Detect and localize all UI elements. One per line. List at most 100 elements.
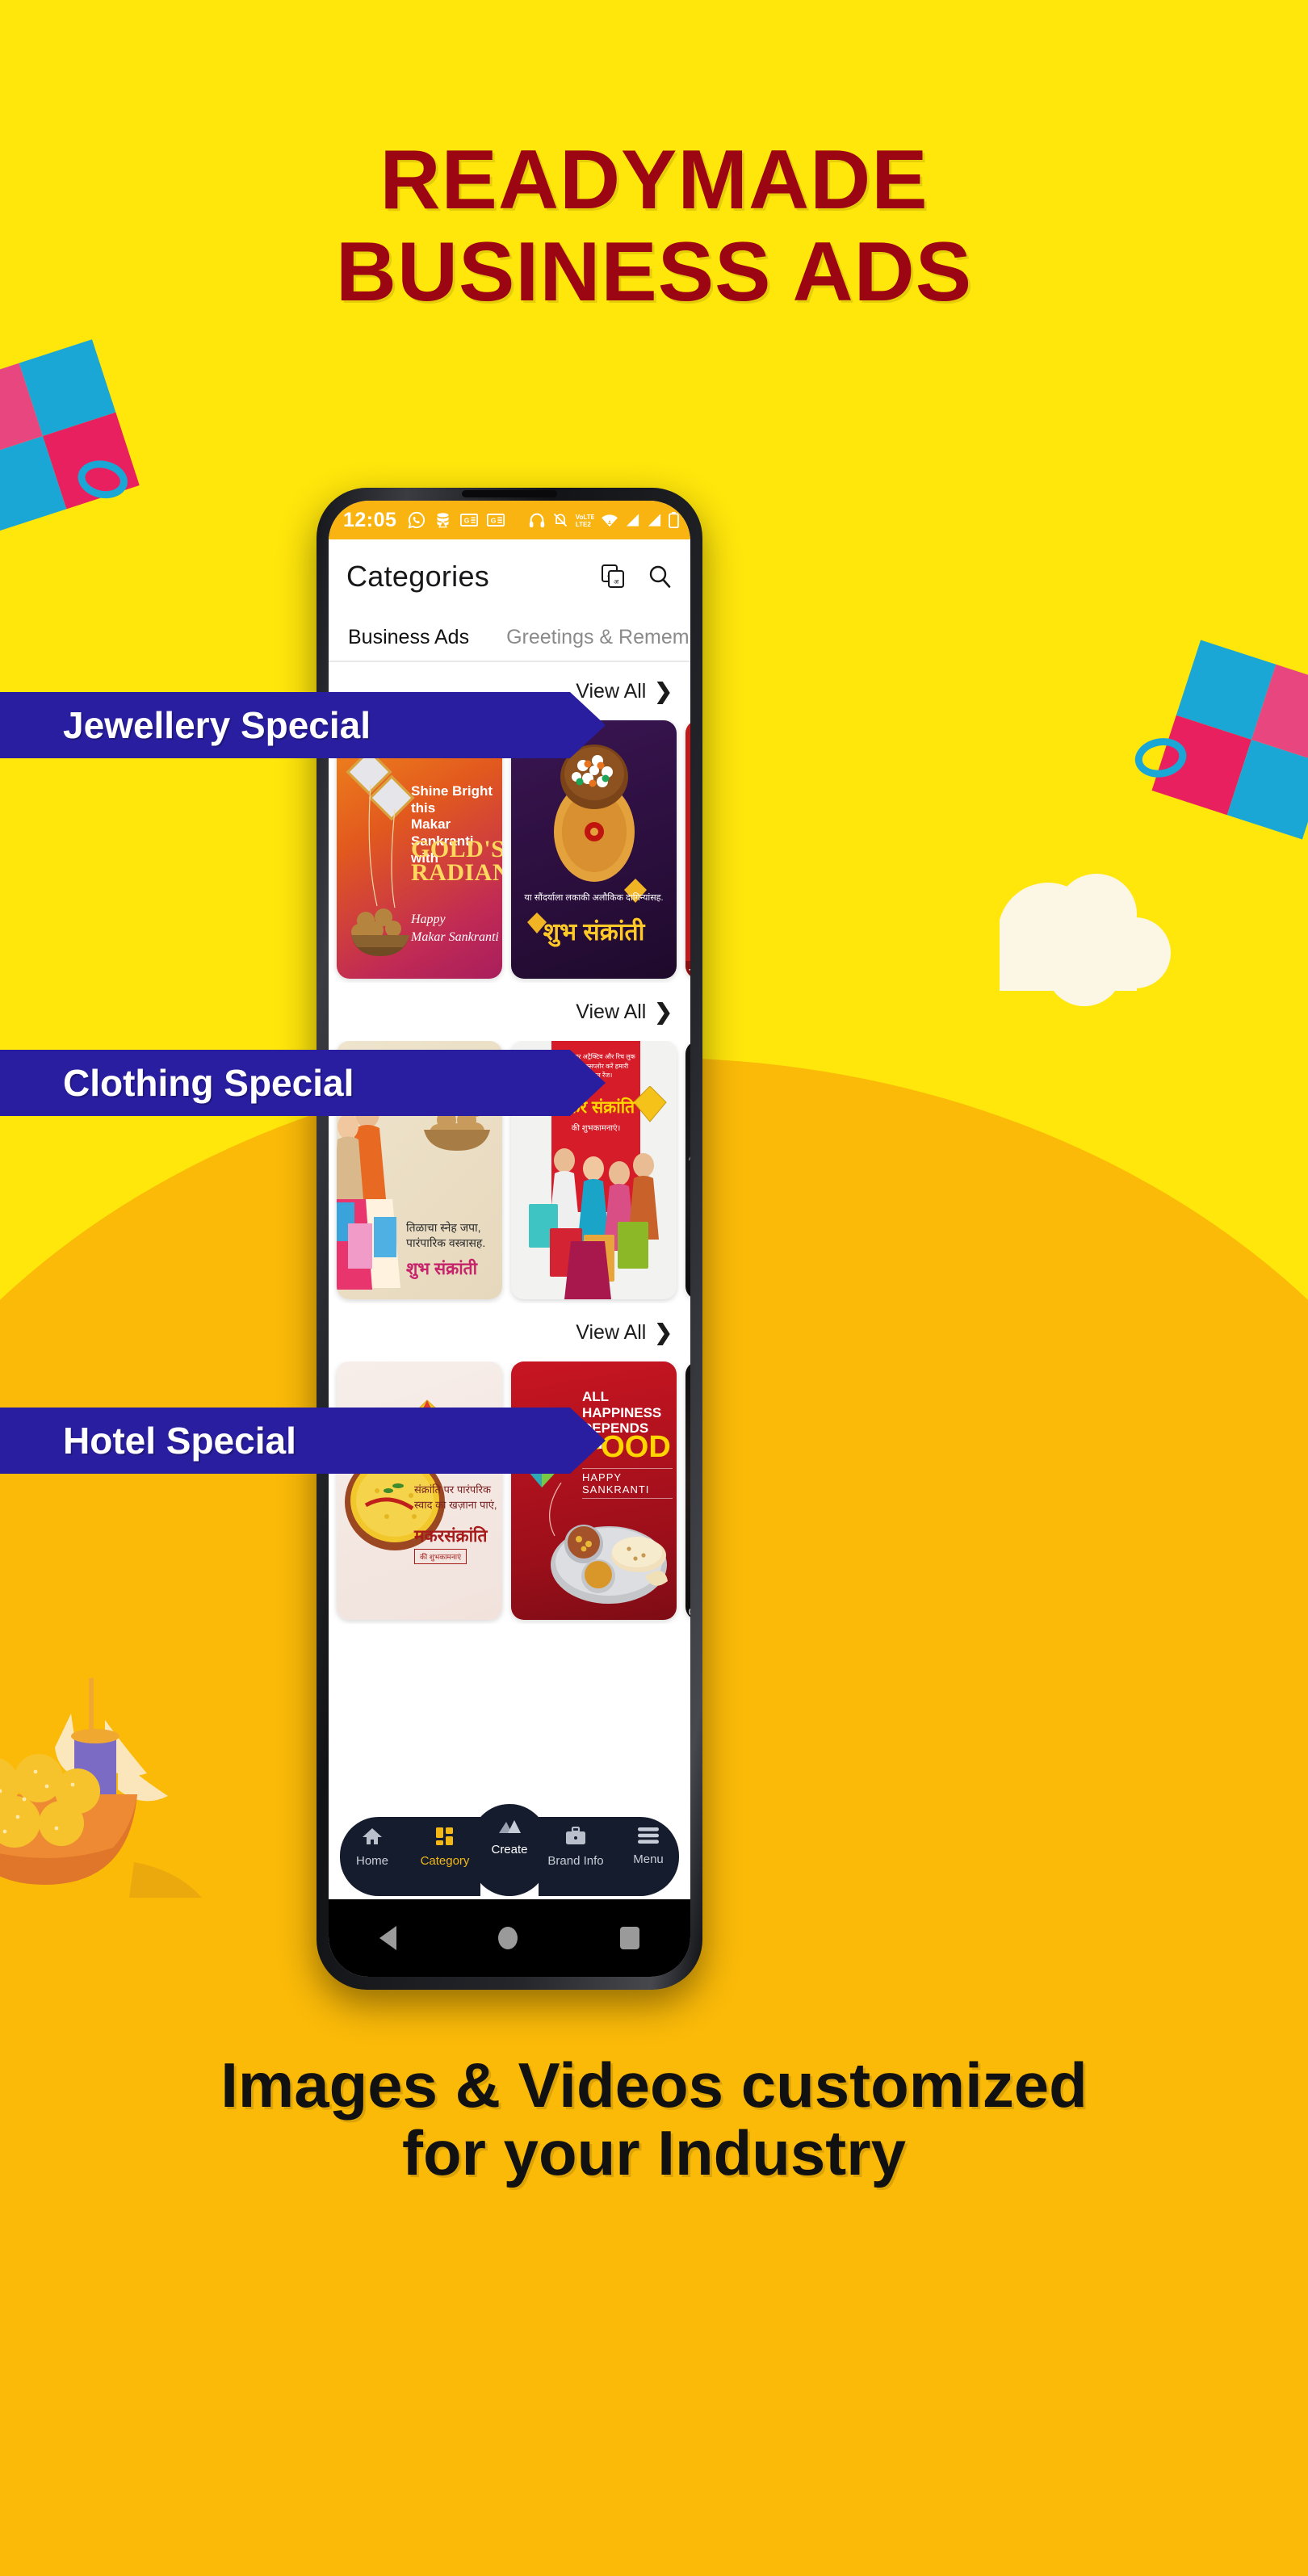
view-all-button[interactable]: View All ❯ <box>576 1321 673 1345</box>
view-all-button[interactable]: View All ❯ <box>576 1001 673 1024</box>
bottom-navigation: Home Category Create Brand Info Menu <box>329 1802 690 1899</box>
home-icon <box>363 1828 382 1844</box>
signal-icon <box>626 514 639 527</box>
image-icon <box>499 1820 521 1833</box>
whatsapp-icon <box>408 511 426 529</box>
headphones-icon <box>529 513 545 528</box>
headline-line-2: BUSINESS ADS <box>335 225 973 320</box>
laddu-bowl-decoration <box>0 1663 210 1970</box>
kite-graphic <box>634 1086 667 1122</box>
card-title: मकरसंक्रांति <box>414 1527 488 1546</box>
cloud-decoration <box>998 856 1201 1009</box>
view-all-label: View All <box>576 679 647 703</box>
card-caption: SO F <box>685 1500 690 1529</box>
tab-greetings-remembrance[interactable]: Greetings & Remembrance <box>506 626 690 649</box>
category-tabs: Business Ads Greetings & Remembrance De <box>329 614 690 662</box>
tab-business-ads[interactable]: Business Ads <box>348 626 469 649</box>
card-title: शुभ संक्रांती <box>543 919 645 946</box>
svg-text:LTE2: LTE2 <box>576 521 592 528</box>
card-headline: संक्रांति पर पारंपरिक स्वाद का खज़ाना पा… <box>414 1483 497 1511</box>
status-time: 12:05 <box>343 508 397 531</box>
svg-text:VoLTE: VoLTE <box>576 514 594 521</box>
back-icon[interactable] <box>379 1926 397 1950</box>
section-clothing: View All ❯ तिळाचा स्नेह जपा, पारंपारिक व… <box>329 983 690 1303</box>
card-badge: की शुभकामनाएं <box>414 1549 467 1564</box>
hamburger-icon <box>638 1827 659 1844</box>
translate-icon[interactable]: A अ <box>600 564 626 589</box>
template-card[interactable]: Shine Bright this Makar Sankranti with G… <box>337 720 502 979</box>
svg-text:अ: अ <box>614 578 619 585</box>
laddu-bowl-graphic <box>348 908 413 958</box>
card-headline: तिळाचा स्नेह जपा, पारंपारिक वस्त्रासह. <box>406 1221 486 1249</box>
briefcase-icon <box>566 1826 585 1844</box>
template-card[interactable]: YOUR LOGO HERE देश की समृद्ध विरासत का द… <box>685 720 690 979</box>
page-tagline: Images & Videos customized for your Indu… <box>0 2049 1308 2189</box>
nav-item-brand-info[interactable]: Brand Info <box>540 1826 611 1868</box>
nav-item-menu[interactable]: Menu <box>613 1827 684 1866</box>
template-card[interactable]: या सौंदर्याला लकाकी अलौकिक दागिन्यांसह. … <box>511 720 677 979</box>
chevron-right-icon: ❯ <box>654 1319 673 1345</box>
svg-text:G: G <box>464 517 470 525</box>
card-carousel[interactable]: Shine Bright this Makar Sankranti with G… <box>329 720 690 983</box>
battery-icon <box>669 512 679 528</box>
ribbon-clothing-special: Clothing Special <box>0 1050 606 1116</box>
volte-lte2-icon: VoLTELTE2 <box>576 514 594 528</box>
app-bar: Categories A अ <box>329 539 690 614</box>
card-phone-number: +123 456 7890 <box>685 961 690 979</box>
nav-label: Category <box>420 1854 470 1868</box>
gmail-icon: G <box>460 514 479 527</box>
wifi-icon <box>602 514 618 527</box>
template-card[interactable]: SO F +123 456 78 <box>685 1361 690 1620</box>
chevron-right-icon: ❯ <box>654 999 673 1024</box>
tagline-line-2: for your Industry <box>401 2117 907 2189</box>
database-alert-icon <box>437 513 449 528</box>
svg-text:G: G <box>491 517 497 525</box>
search-icon[interactable] <box>647 564 673 589</box>
headline-line-1: READYMADE <box>379 133 929 227</box>
nav-item-category[interactable]: Category <box>409 1827 480 1868</box>
card-subtitle: Happy Makar Sankranti <box>411 913 499 944</box>
nav-item-create[interactable]: Create <box>474 1817 545 1856</box>
app-bar-title: Categories <box>346 560 490 593</box>
mute-icon <box>553 513 568 527</box>
card-title: GOLD'S RADIANCE. <box>411 836 502 886</box>
template-card[interactable]: संक्रांति पर पारंपरिक स्वाद का खज़ाना पा… <box>337 1361 502 1620</box>
status-left-icons: G G <box>408 511 505 529</box>
card-carousel[interactable]: संक्रांति पर पारंपरिक स्वाद का खज़ाना पा… <box>329 1361 690 1624</box>
app-bar-actions: A अ <box>600 564 673 589</box>
card-subtitle: या सौंदर्याला लकाकी अलौकिक दागिन्यांसह. <box>524 893 664 903</box>
gmail-icon: G <box>487 514 505 527</box>
card-subtitle: HAPPY SANKRANTI <box>582 1468 673 1499</box>
template-card[interactable]: YOUR LOGO HERE 12 / 34, A <box>685 1041 690 1299</box>
recents-icon[interactable] <box>619 1927 639 1949</box>
ribbon-hotel-special: Hotel Special <box>0 1408 606 1474</box>
nav-label: Brand Info <box>547 1854 604 1868</box>
section-header: View All ❯ <box>329 1303 690 1361</box>
android-navigation-bar <box>329 1899 690 1977</box>
section-header: View All ❯ <box>329 983 690 1041</box>
ribbon-jewellery-special: Jewellery Special <box>0 692 606 758</box>
signal-icon <box>648 514 661 527</box>
tagline-line-1: Images & Videos customized <box>220 2049 1088 2121</box>
page-title: READYMADE BUSINESS ADS <box>0 137 1308 315</box>
pot-necklace-graphic <box>551 741 638 885</box>
thali-graphic <box>548 1502 669 1607</box>
status-right-icons: VoLTE LTE2 <box>528 511 679 529</box>
phone-icon <box>689 1608 690 1616</box>
grid-icon <box>436 1827 453 1845</box>
family-photo <box>522 1144 668 1299</box>
card-title: शुभ संक्रांती <box>406 1260 478 1278</box>
view-all-label: View All <box>576 1320 647 1344</box>
chevron-right-icon: ❯ <box>654 678 673 703</box>
view-all-button[interactable]: View All ❯ <box>576 680 673 703</box>
card-caption: की शुभकामनाएं। <box>571 1124 621 1133</box>
phone-speaker <box>462 490 557 497</box>
nav-label: Create <box>491 1843 528 1856</box>
view-all-label: View All <box>576 1000 647 1023</box>
nav-item-home[interactable]: Home <box>337 1827 408 1868</box>
nav-label: Menu <box>633 1852 664 1866</box>
card-phone-number: +123 456 78 <box>685 1607 690 1617</box>
home-icon[interactable] <box>498 1927 518 1949</box>
template-card[interactable]: ALL HAPPINESS DEPENDS ON FOOD HAPPY SANK… <box>511 1361 677 1620</box>
nav-label: Home <box>355 1854 388 1868</box>
